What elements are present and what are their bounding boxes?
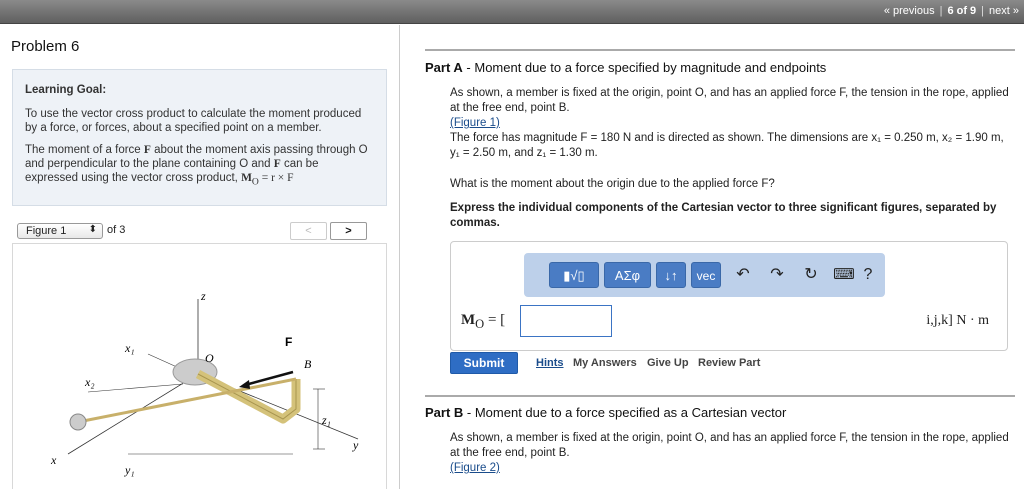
subscript-button[interactable]: ↓↑ [656,262,686,288]
label-x: x [50,453,57,467]
label-z1: z₁ [321,413,331,427]
top-bar: « previous | 6 of 9 | next » [0,0,1024,24]
answer-input[interactable] [520,305,612,337]
answer-units: i,j,k] N · m [926,313,989,328]
figure-select[interactable]: Figure 1 ⬍ [17,223,103,239]
answer-label: MO = [ [461,312,506,331]
member-diagram: z x y x₁ x₂ y₁ z₁ O B F [50,289,359,477]
part-b-description: As shown, a member is fixed at the origi… [450,431,1015,476]
figure-count: of 3 [107,224,126,236]
label-z: z [200,289,206,303]
problem-title: Problem 6 [11,38,80,55]
label-y1: y₁ [124,463,135,477]
part-a-title: Part A - Moment due to a force specified… [425,60,827,75]
label-O: O [205,351,214,365]
part-b-title: Part B - Moment due to a force specified… [425,405,787,420]
label-x2: x₂ [84,375,95,389]
part-a-question: What is the moment about the origin due … [450,178,775,190]
figure-1: z x y x₁ x₂ y₁ z₁ O B F [12,243,387,489]
divider [425,49,1015,51]
assignment-nav: « previous | 6 of 9 | next » [879,5,1024,17]
figure-2-link[interactable]: (Figure 2) [450,461,1015,476]
give-up-link[interactable]: Give Up [647,357,689,369]
undo-icon[interactable]: ↶ [732,262,754,288]
previous-link[interactable]: « previous [879,5,940,17]
reset-icon[interactable]: ↻ [800,262,822,288]
label-x1: x₁ [124,341,135,355]
learning-goal-box: Learning Goal: To use the vector cross p… [12,69,387,206]
left-panel: Problem 6 Learning Goal: To use the vect… [0,25,400,489]
keyboard-icon[interactable]: ⌨ [832,262,856,288]
part-b-text-1: As shown, a member is fixed at the origi… [450,432,1009,459]
learning-goal-title: Learning Goal: [25,84,107,96]
answer-box: ▮√▯ ΑΣφ ↓↑ vec ↶ ↷ ↻ ⌨ ? MO = [ i,j,k] N… [450,241,1008,351]
next-figure-button[interactable]: > [330,222,367,240]
divider [425,395,1015,397]
vec-button[interactable]: vec [691,262,721,288]
submit-button[interactable]: Submit [450,352,518,374]
figure-navigation: Figure 1 ⬍ of 3 < > [12,221,387,243]
equation-toolbar: ▮√▯ ΑΣφ ↓↑ vec ↶ ↷ ↻ ⌨ ? [524,253,885,297]
previous-figure-button[interactable]: < [290,222,327,240]
figure-1-link[interactable]: (Figure 1) [450,116,1015,131]
greek-button[interactable]: ΑΣφ [604,262,651,288]
part-a-text-1: As shown, a member is fixed at the origi… [450,87,1009,114]
rope-anchor [69,413,87,431]
redo-icon[interactable]: ↷ [766,262,788,288]
moment-description: The moment of a force F about the moment… [25,144,368,188]
label-y: y [352,438,359,452]
part-a-text-2: The force has magnitude F = 180 N and is… [450,132,1004,159]
review-part-link[interactable]: Review Part [698,357,760,369]
label-F: F [285,335,292,349]
select-arrows-icon: ⬍ [88,224,97,235]
learning-goal-text: To use the vector cross product to calcu… [25,108,362,134]
my-answers-link[interactable]: My Answers [573,357,637,369]
part-a-description: As shown, a member is fixed at the origi… [450,86,1015,161]
label-B: B [304,357,312,371]
templates-button[interactable]: ▮√▯ [549,262,599,288]
help-icon[interactable]: ? [860,262,876,288]
next-link[interactable]: next » [984,5,1024,17]
part-a-instruction: Express the individual components of the… [450,202,997,229]
position-indicator: 6 of 9 [947,5,977,17]
figure-select-value: Figure 1 [26,225,67,237]
hints-link[interactable]: Hints [536,357,564,369]
